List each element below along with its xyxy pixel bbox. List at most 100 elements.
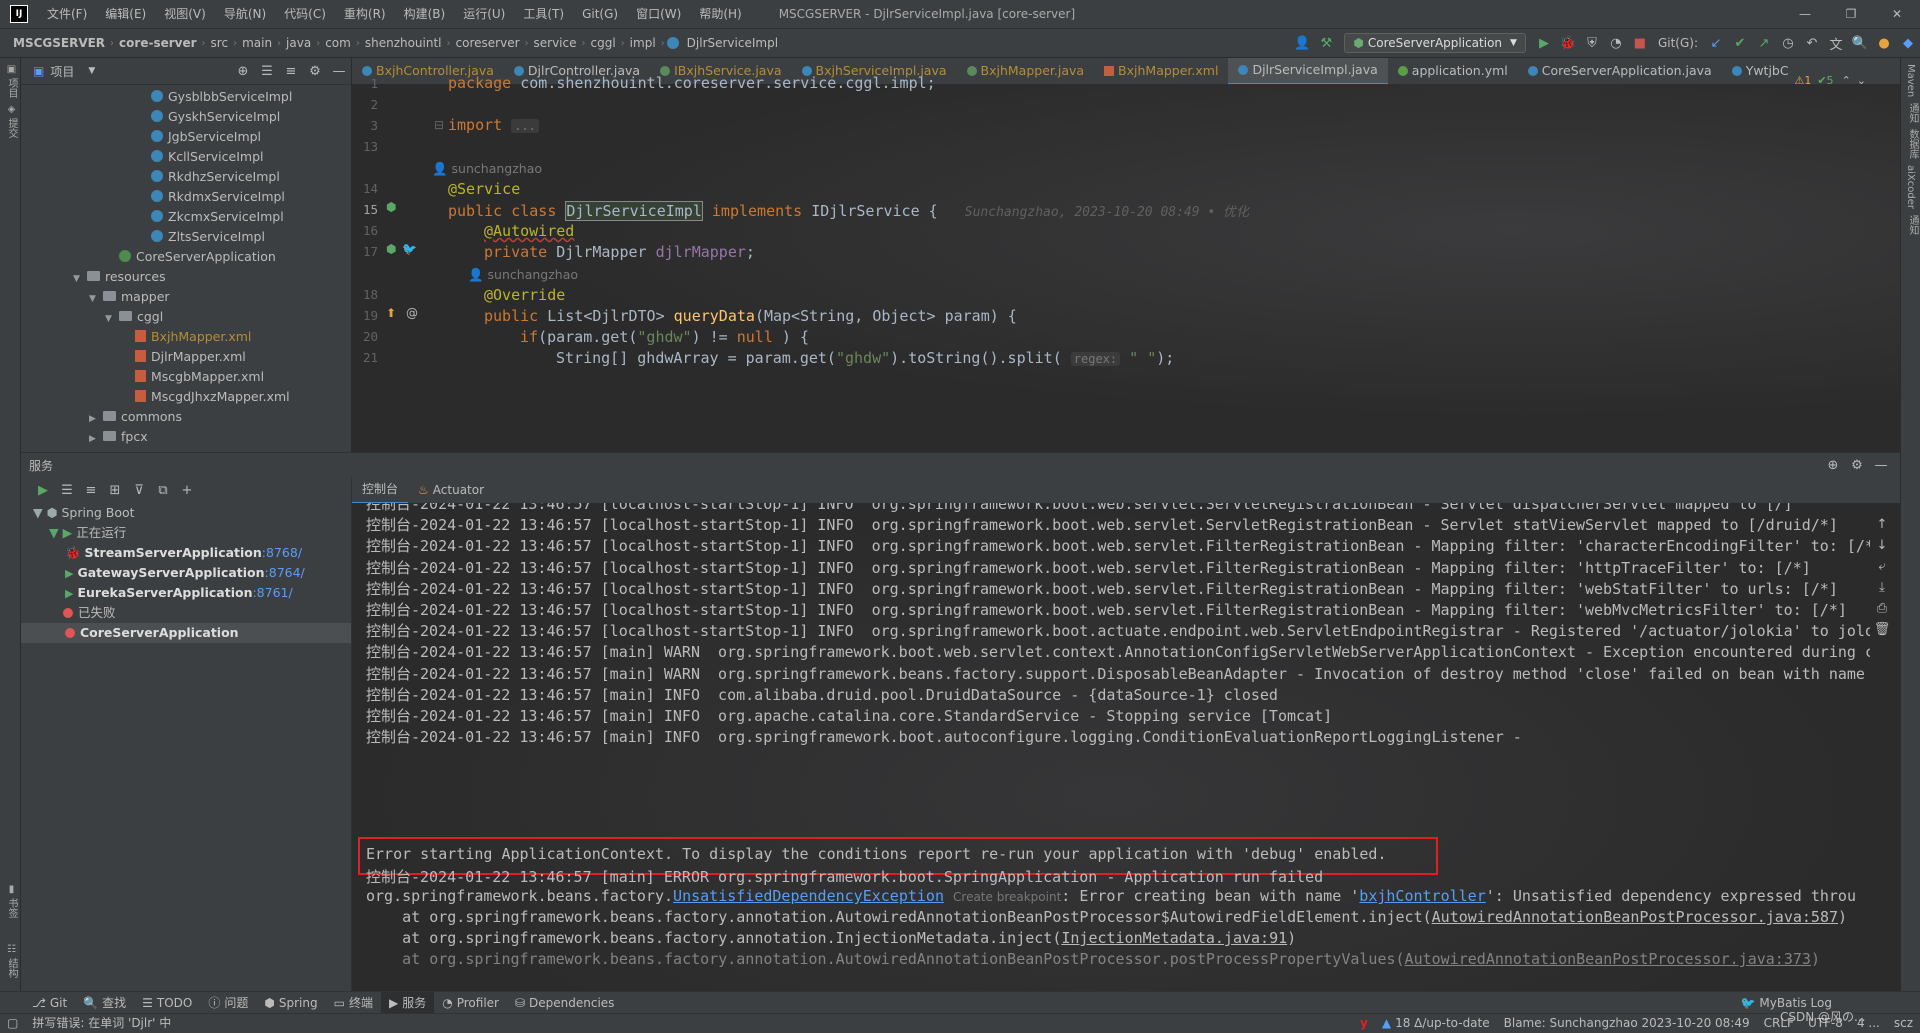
- service-item[interactable]: 🐞 StreamServerApplication:8768/: [21, 543, 351, 563]
- project-tree-item[interactable]: RkdmxServiceImpl: [21, 187, 351, 207]
- structure-tool-button[interactable]: ☷ 结构: [0, 944, 19, 978]
- file-tab[interactable]: BxjhMapper.xml: [1094, 58, 1228, 84]
- menu-item-6[interactable]: 构建(B): [395, 0, 455, 28]
- git-commit-icon[interactable]: ✔: [1731, 36, 1749, 51]
- service-port-link[interactable]: :8761/: [252, 585, 292, 600]
- menu-item-4[interactable]: 代码(C): [275, 0, 335, 28]
- project-tree-item[interactable]: GyskhServiceImpl: [21, 107, 351, 127]
- file-tab[interactable]: BxjhMapper.java: [957, 58, 1095, 84]
- exception-link[interactable]: UnsatisfiedDependencyException: [673, 887, 944, 905]
- chevron-down-icon[interactable]: ▼: [88, 66, 95, 76]
- git-push-icon[interactable]: ↗: [1755, 36, 1773, 51]
- breadcrumb-item[interactable]: src: [208, 36, 232, 50]
- bean-tool-button[interactable]: 通知: [1901, 215, 1920, 235]
- bottom-tool-button[interactable]: ⬢ Spring: [256, 992, 325, 1014]
- file-tab[interactable]: YwtjbC: [1722, 58, 1799, 84]
- menu-item-7[interactable]: 运行(U): [454, 0, 514, 28]
- restore-icon[interactable]: ❐: [1828, 0, 1874, 28]
- annotation-gutter-icon[interactable]: @: [406, 306, 418, 320]
- service-item[interactable]: ▶ EurekaServerApplication:8761/: [21, 583, 351, 603]
- project-tree-item[interactable]: MscgdJhxzMapper.xml: [21, 387, 351, 407]
- gear-icon[interactable]: ⚙: [1848, 458, 1866, 473]
- user-icon[interactable]: 👤: [1293, 36, 1311, 51]
- project-tree-item[interactable]: ZltsServiceImpl: [21, 227, 351, 247]
- scroll-to-end-icon[interactable]: ⤓: [1873, 580, 1891, 595]
- bottom-tool-button[interactable]: ⎇ Git: [24, 992, 75, 1014]
- stack-link[interactable]: AutowiredAnnotationBeanPostProcessor.jav…: [1405, 950, 1811, 968]
- run-icon[interactable]: ▶: [34, 483, 52, 498]
- intellij-logo-icon[interactable]: IJ: [10, 5, 28, 23]
- menu-item-5[interactable]: 重构(R): [335, 0, 395, 28]
- chevron-right-icon[interactable]: ▶: [89, 429, 103, 449]
- service-item[interactable]: ▼ ▶ 正在运行: [21, 523, 351, 543]
- code-editor[interactable]: ⚠1 ✔5 ⌃ ⌄ 1 2 3 13 14 15 16 17 18 19 20 …: [352, 74, 1900, 451]
- breadcrumb-item[interactable]: DjlrServiceImpl: [684, 36, 781, 50]
- bean-link[interactable]: bxjhController: [1359, 887, 1485, 905]
- profile-icon[interactable]: ◔: [1607, 36, 1625, 51]
- run-configuration-select[interactable]: ⬢ CoreServerApplication ▼: [1344, 33, 1526, 53]
- breadcrumb-item[interactable]: coreserver: [453, 36, 523, 50]
- menu-item-1[interactable]: 编辑(E): [96, 0, 155, 28]
- bottom-tool-button[interactable]: ▶ 服务: [380, 992, 435, 1014]
- breadcrumb-item[interactable]: shenzhouintl: [362, 36, 445, 50]
- run-icon[interactable]: ▶: [1535, 36, 1553, 51]
- menu-item-8[interactable]: 工具(T): [514, 0, 573, 28]
- vcs-status[interactable]: ▲ 18 Δ/up-to-date: [1375, 1014, 1497, 1033]
- expand-all-icon[interactable]: ☰: [258, 64, 276, 79]
- autowired-gutter-icon[interactable]: ⬢: [386, 242, 396, 256]
- project-tree-item[interactable]: RkdhzServiceImpl: [21, 167, 351, 187]
- project-tree-item[interactable]: CoreServerApplication: [21, 247, 351, 267]
- author-hint[interactable]: 👤 sunchangzhao: [468, 265, 578, 283]
- close-icon[interactable]: ✕: [1874, 0, 1920, 28]
- chevron-down-icon[interactable]: ▼: [89, 289, 103, 309]
- chevron-down-icon[interactable]: ⌄: [1857, 74, 1866, 87]
- collapse-all-icon[interactable]: ≡: [82, 483, 100, 498]
- database-tool-button[interactable]: 数据库: [1901, 129, 1920, 159]
- menu-item-3[interactable]: 导航(N): [215, 0, 275, 28]
- project-tree-item[interactable]: KcllServiceImpl: [21, 147, 351, 167]
- author-hint[interactable]: 👤 sunchangzhao: [432, 159, 542, 177]
- breadcrumb-item[interactable]: com: [322, 36, 354, 50]
- scroll-down-icon[interactable]: ↓: [1873, 538, 1891, 553]
- file-tab[interactable]: application.yml: [1388, 58, 1518, 84]
- status-message[interactable]: 拼写错误: 在单词 'Djlr' 中: [25, 1014, 178, 1033]
- project-tree-item[interactable]: MscgbMapper.xml: [21, 367, 351, 387]
- tab-console[interactable]: 控制台: [352, 476, 409, 504]
- chevron-down-icon[interactable]: ▼: [73, 269, 87, 289]
- bottom-tool-button[interactable]: ◔ Profiler: [434, 992, 507, 1014]
- project-tree-item[interactable]: ▶ commons: [21, 407, 351, 427]
- menu-item-10[interactable]: 窗口(W): [627, 0, 690, 28]
- project-tree-item[interactable]: ▼ mapper: [21, 287, 351, 307]
- debug-icon[interactable]: 🐞: [1559, 36, 1577, 51]
- coverage-icon[interactable]: ⛨: [1583, 36, 1601, 51]
- project-tree-item[interactable]: ZkcmxServiceImpl: [21, 207, 351, 227]
- chevron-right-icon[interactable]: ▶: [89, 409, 103, 429]
- project-tree-item[interactable]: ▶ fpcx: [21, 427, 351, 447]
- service-item[interactable]: ▼ ⬢ Spring Boot: [21, 503, 351, 523]
- project-tree-item[interactable]: DjlrMapper.xml: [21, 347, 351, 367]
- mapper-navigation-icon[interactable]: 🐦: [402, 242, 417, 256]
- service-item[interactable]: CoreServerApplication: [21, 623, 351, 643]
- stack-link[interactable]: InjectionMetadata.java:91: [1061, 929, 1287, 947]
- stack-link[interactable]: AutowiredAnnotationBeanPostProcessor.jav…: [1432, 908, 1838, 926]
- menu-item-11[interactable]: 帮助(H): [690, 0, 750, 28]
- new-tab-icon[interactable]: ⧉: [154, 483, 172, 498]
- project-tree-item[interactable]: ▼ cggl: [21, 307, 351, 327]
- bottom-tool-button[interactable]: ▭ 终端: [326, 992, 381, 1014]
- add-icon[interactable]: +: [178, 483, 196, 498]
- breadcrumb-item[interactable]: main: [239, 36, 275, 50]
- chevron-up-icon[interactable]: ⌃: [1842, 74, 1851, 87]
- project-tree-item[interactable]: GysblbbServiceImpl: [21, 87, 351, 107]
- chevron-down-icon[interactable]: ▼: [105, 309, 119, 329]
- breadcrumb-item[interactable]: java: [283, 36, 314, 50]
- bottom-tool-button[interactable]: 🔍 查找: [75, 992, 134, 1014]
- file-tab[interactable]: CoreServerApplication.java: [1518, 58, 1722, 84]
- scroll-up-icon[interactable]: ↑: [1873, 517, 1891, 532]
- create-breakpoint-link[interactable]: Create breakpoint: [953, 890, 1061, 904]
- group-icon[interactable]: ⊞: [106, 483, 124, 498]
- locate-icon[interactable]: ⊕: [234, 64, 252, 79]
- hide-icon[interactable]: —: [1872, 458, 1890, 473]
- history-icon[interactable]: ◷: [1779, 36, 1797, 51]
- breadcrumb-item[interactable]: impl: [627, 36, 659, 50]
- breadcrumb-item[interactable]: core-server: [116, 36, 199, 50]
